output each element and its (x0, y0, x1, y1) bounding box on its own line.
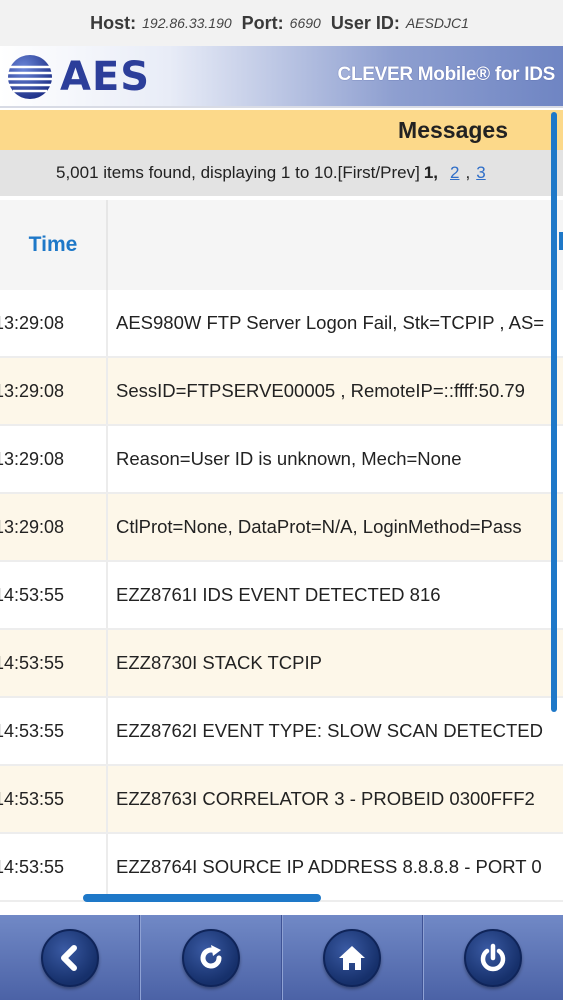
table-row[interactable]: 14:53:55 EZZ8763I CORRELATOR 3 - PROBEID… (0, 766, 563, 834)
row-message: EZZ8764I SOURCE IP ADDRESS 8.8.8.8 - POR… (116, 856, 542, 877)
logo-text: AES (60, 54, 151, 100)
table-row[interactable]: 14:53:55 EZZ8764I SOURCE IP ADDRESS 8.8.… (0, 834, 563, 902)
table-row[interactable]: 14:53:55 EZZ8761I IDS EVENT DETECTED 816 (0, 562, 563, 630)
product-name: CLEVER Mobile® for IDS (337, 64, 556, 85)
brand-header: AES CLEVER Mobile® for IDS (0, 46, 563, 108)
row-time: 14:53:55 (0, 698, 108, 764)
connection-status-bar: Host: 192.86.33.190 Port: 6690 User ID: … (0, 0, 563, 46)
table-row[interactable]: 13:29:08 AES980W FTP Server Logon Fail, … (0, 290, 563, 358)
row-time: 13:29:08 (0, 290, 108, 356)
row-message: EZZ8730I STACK TCPIP (116, 652, 322, 673)
power-icon (481, 943, 506, 971)
row-time: 14:53:55 (0, 562, 108, 628)
page-separator: , (465, 163, 471, 182)
bottom-navigation (0, 915, 563, 1000)
host-value: 192.86.33.190 (142, 15, 232, 31)
table-header: Time (0, 200, 563, 290)
row-time: 14:53:55 (0, 766, 108, 832)
row-message: AES980W FTP Server Logon Fail, Stk=TCPIP… (116, 312, 545, 333)
page-3-link[interactable]: 3 (476, 163, 485, 183)
aes-logo: AES (6, 53, 150, 101)
home-button-circle (323, 928, 382, 987)
row-message: EZZ8763I CORRELATOR 3 - PROBEID 0300FFF2 (116, 788, 535, 809)
row-time: 14:53:55 (0, 630, 108, 696)
user-id-value: AESDJC1 (405, 15, 469, 31)
current-page: 1, (423, 163, 438, 182)
user-id-label: User ID: (330, 12, 400, 33)
back-arrow-icon (60, 944, 77, 971)
home-button[interactable] (281, 915, 423, 1000)
pagination-summary[interactable]: 5,001 items found, displaying 1 to 10.[F… (56, 163, 420, 183)
vertical-scrollbar[interactable] (551, 112, 557, 712)
page-title: Messages (398, 117, 508, 143)
refresh-icon (200, 944, 222, 968)
home-icon (339, 945, 366, 970)
table-row[interactable]: 13:29:08 SessID=FTPSERVE00005 , RemoteIP… (0, 358, 563, 426)
row-message: EZZ8762I EVENT TYPE: SLOW SCAN DETECTED (116, 720, 543, 741)
page-2-link[interactable]: 2 (450, 163, 459, 183)
host-label: Host: (90, 12, 137, 33)
row-time: 14:53:55 (0, 834, 108, 900)
pagination-bar: 5,001 items found, displaying 1 to 10.[F… (0, 150, 563, 196)
row-message: SessID=FTPSERVE00005 , RemoteIP=::ffff:5… (116, 380, 525, 401)
back-button-circle (40, 928, 99, 987)
column-header-time[interactable]: Time (0, 200, 108, 290)
refresh-button-circle (181, 928, 240, 987)
power-button[interactable] (422, 915, 563, 1000)
power-button-circle (464, 928, 523, 987)
row-time: 13:29:08 (0, 494, 108, 560)
row-message: Reason=User ID is unknown, Mech=None (116, 448, 462, 469)
table-row[interactable]: 13:29:08 CtlProt=None, DataProt=N/A, Log… (0, 494, 563, 562)
back-button[interactable] (0, 915, 141, 1000)
globe-icon (8, 55, 52, 99)
row-time: 13:29:08 (0, 358, 108, 424)
port-value: 6690 (289, 15, 321, 31)
messages-table[interactable]: Time 13:29:08 AES980W FTP Server Logon F… (0, 200, 563, 905)
table-row[interactable]: 14:53:55 EZZ8762I EVENT TYPE: SLOW SCAN … (0, 698, 563, 766)
table-row[interactable]: 14:53:55 EZZ8730I STACK TCPIP (0, 630, 563, 698)
row-message: EZZ8761I IDS EVENT DETECTED 816 (116, 584, 441, 605)
column-header-message[interactable] (110, 200, 563, 290)
refresh-button[interactable] (140, 915, 282, 1000)
horizontal-scrollbar[interactable] (83, 894, 321, 902)
column-edge-marker (559, 232, 563, 250)
row-time: 13:29:08 (0, 426, 108, 492)
messages-header: Messages (0, 110, 563, 150)
port-label: Port: (241, 12, 284, 33)
table-row[interactable]: 13:29:08 Reason=User ID is unknown, Mech… (0, 426, 563, 494)
row-message: CtlProt=None, DataProt=N/A, LoginMethod=… (116, 516, 522, 537)
